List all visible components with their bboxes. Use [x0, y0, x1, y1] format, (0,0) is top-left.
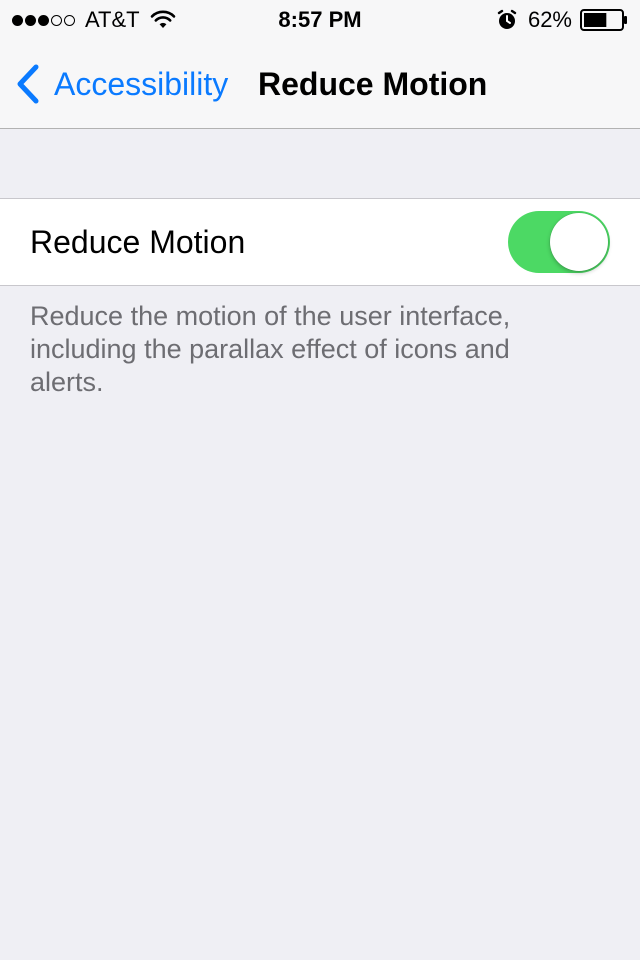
- chevron-left-icon: [17, 64, 39, 104]
- status-bar: AT&T 8:57 PM 62%: [0, 0, 640, 40]
- navigation-bar: Accessibility Reduce Motion: [0, 40, 640, 129]
- settings-cell: Reduce Motion: [0, 198, 640, 286]
- setting-label: Reduce Motion: [30, 224, 246, 260]
- reduce-motion-toggle[interactable]: [508, 211, 610, 273]
- alarm-icon: [497, 9, 517, 29]
- battery-percentage: 62%: [527, 7, 572, 32]
- setting-description: Reduce the motion of the user interface,…: [30, 301, 511, 397]
- status-right: 62%: [496, 6, 628, 34]
- back-button-label: Accessibility: [54, 66, 229, 102]
- back-button[interactable]: Accessibility: [14, 40, 228, 128]
- screen: AT&T 8:57 PM 62% Accessibility Reduce Mo…: [0, 0, 640, 960]
- page-title: Reduce Motion: [258, 66, 488, 102]
- battery-icon: [580, 9, 627, 31]
- toggle-knob: [550, 213, 608, 271]
